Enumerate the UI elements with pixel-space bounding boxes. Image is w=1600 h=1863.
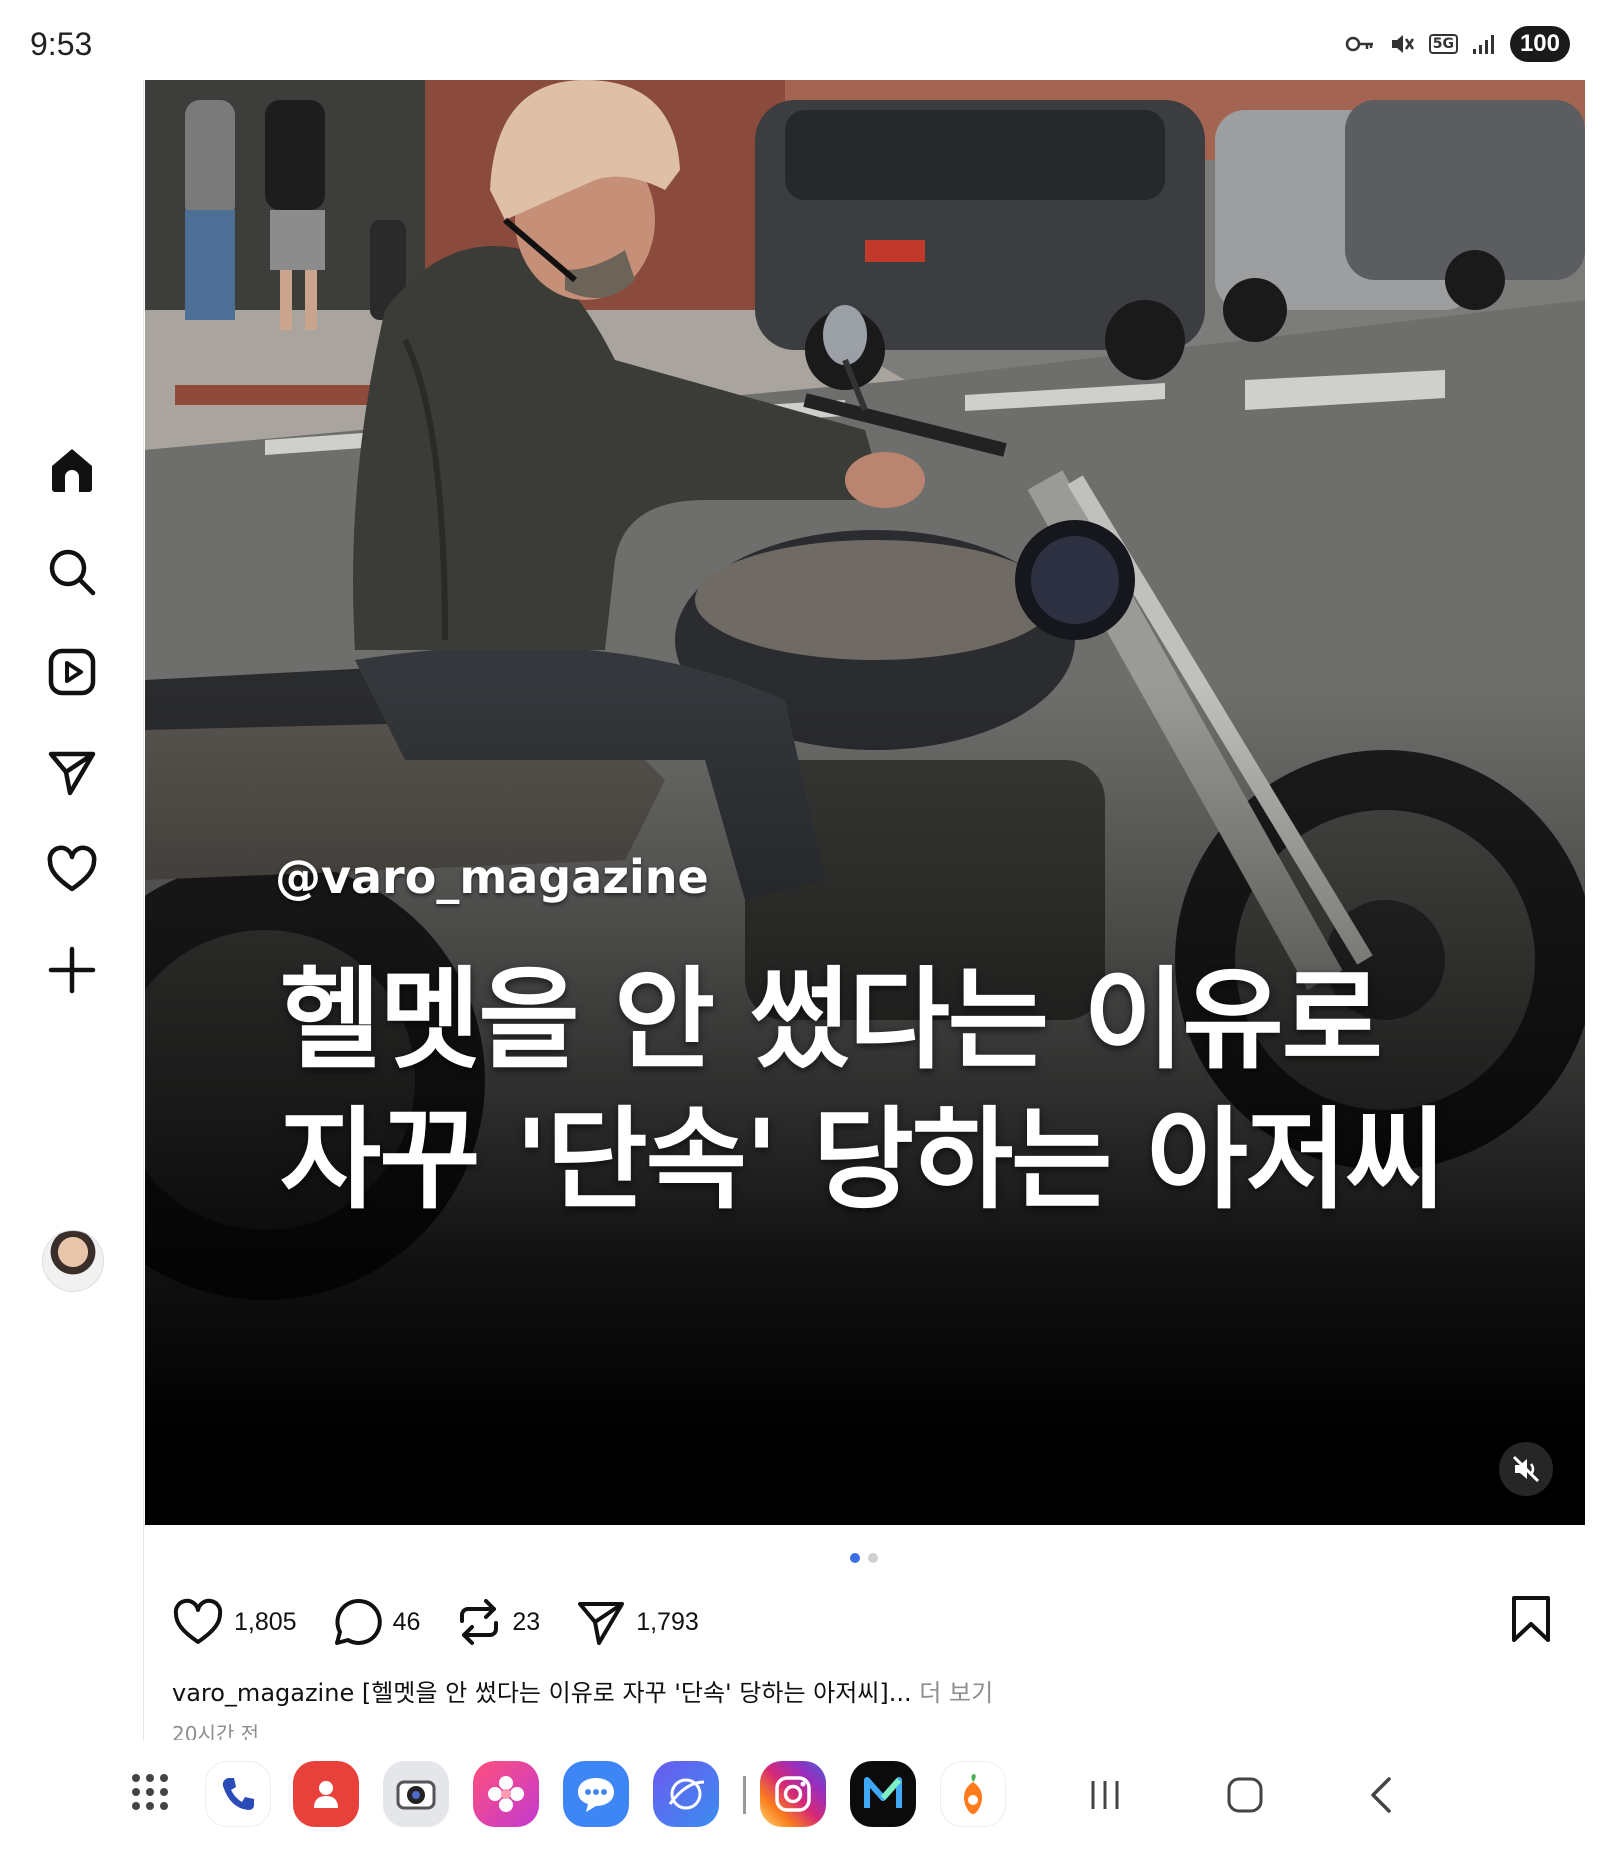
internet-app[interactable] [653,1761,719,1827]
nav-create[interactable] [42,940,102,1000]
recents-icon [1091,1781,1119,1809]
contacts-app[interactable] [293,1761,359,1827]
profile-avatar[interactable] [42,1230,104,1292]
heart-icon [47,845,97,892]
nav-reels[interactable] [42,642,102,702]
send-icon [578,1602,625,1645]
overlay-title-line2: 자꾸 '단속' 당하는 아저씨 [280,1096,1446,1224]
media-gradient [145,80,1585,1525]
overlay-title-line1: 헬멧을 안 썼다는 이유로 [280,956,1383,1084]
back-icon [1371,1777,1391,1813]
muted-speaker-icon [1512,1455,1540,1483]
bookmark-icon [1512,1596,1550,1642]
network-badge: 5G [1428,34,1458,54]
carousel-dot-active[interactable] [850,1553,860,1563]
mute-status-icon [1391,35,1414,53]
status-time: 9:53 [30,26,93,62]
comment-count: 46 [392,1607,421,1636]
nav-home[interactable] [42,440,102,500]
camera-icon [396,1780,436,1810]
home-button-icon [1227,1777,1263,1813]
caption-username[interactable]: varo_magazine [172,1679,354,1707]
comment-icon [334,1598,382,1645]
share-count: 1,793 [636,1607,699,1636]
caption-text: [헬멧을 안 썼다는 이유로 자꾸 '단속' 당하는 아저씨]... [354,1679,920,1707]
app-dock [0,1740,1600,1863]
status-bar: 9:53 5G 100 [0,0,1600,80]
carrot-app[interactable] [940,1761,1006,1827]
camera-app[interactable] [383,1761,449,1827]
phone-icon [222,1778,254,1810]
nav-search[interactable] [42,542,102,602]
post-actions: 1,805 46 23 1,793 [172,1592,735,1652]
overlay-handle: @varo_magazine [275,850,709,904]
save-button[interactable] [1510,1594,1552,1648]
carrot-app-icon [964,1774,982,1814]
nav-notifications[interactable] [42,840,102,900]
mute-button[interactable] [1499,1442,1553,1496]
heart-icon [173,1598,223,1644]
gallery-icon [488,1776,524,1812]
repost-icon [460,1599,499,1645]
status-icons: 5G 100 [1345,26,1570,62]
home-icon [52,449,92,492]
carousel-dots [850,1553,878,1563]
signal-icon [1472,35,1494,54]
like-count: 1,805 [234,1607,297,1636]
m-app[interactable] [850,1761,916,1827]
send-icon [48,751,96,796]
messages-icon [578,1778,614,1812]
repost-count: 23 [512,1607,541,1636]
home-button[interactable] [1220,1770,1270,1820]
back-button[interactable] [1358,1770,1408,1820]
left-nav [0,80,144,1740]
instagram-icon [775,1776,811,1812]
contacts-icon [314,1781,338,1808]
plus-icon [48,946,96,994]
internet-icon [668,1778,705,1810]
post-media[interactable]: @varo_magazine 헬멧을 안 썼다는 이유로 자꾸 '단속' 당하는… [145,80,1585,1525]
battery-indicator: 100 [1509,26,1570,62]
post-caption: varo_magazine [헬멧을 안 썼다는 이유로 자꾸 '단속' 당하는… [172,1673,993,1708]
carousel-dot[interactable] [868,1553,878,1563]
post-timestamp: 20시간 전 [172,1722,260,1740]
messages-app[interactable] [563,1761,629,1827]
search-icon [49,549,96,596]
reels-icon [48,648,96,696]
app-drawer-button[interactable] [128,1770,172,1814]
repost-button[interactable]: 23 [456,1597,540,1647]
key-icon [1345,36,1373,52]
phone-app[interactable] [205,1761,271,1827]
dock-separator [743,1776,746,1814]
share-button[interactable]: 1,793 [576,1597,699,1647]
like-button[interactable]: 1,805 [172,1598,297,1646]
gallery-app[interactable] [473,1761,539,1827]
overlay-title: 헬멧을 안 썼다는 이유로 자꾸 '단속' 당하는 아저씨 [280,950,1480,1230]
nav-messages[interactable] [42,742,102,802]
recents-button[interactable] [1080,1770,1130,1820]
instagram-app[interactable] [760,1761,826,1827]
m-app-icon [864,1777,902,1808]
comment-button[interactable]: 46 [333,1597,421,1647]
caption-more-link[interactable]: 더 보기 [919,1679,993,1707]
